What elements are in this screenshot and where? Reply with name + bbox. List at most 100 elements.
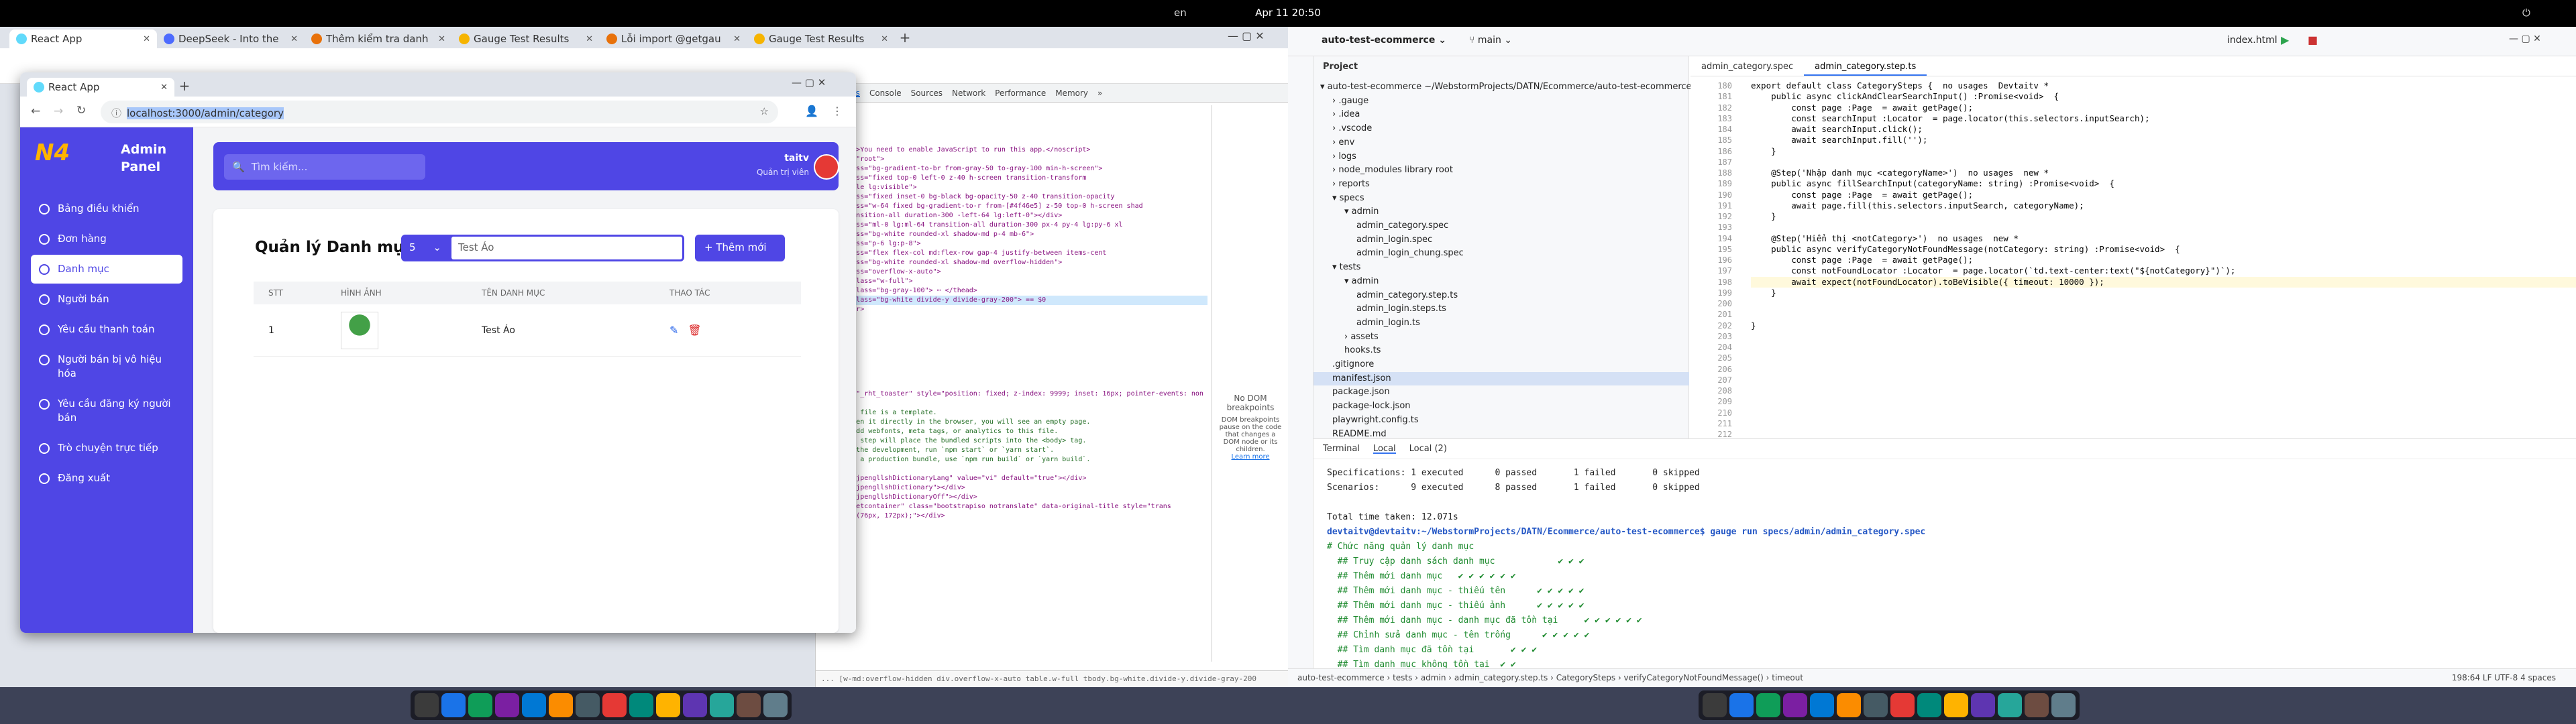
add-category-button[interactable]: + Thêm mới — [695, 235, 785, 261]
dom-line[interactable]: The build step will place the bundled sc… — [820, 436, 1208, 446]
dom-line[interactable]: To create a production bundle, use `npm … — [820, 455, 1208, 465]
forward-icon[interactable]: → — [54, 105, 63, 118]
sidebar-item[interactable]: Trò chuyện trực tiếp — [31, 434, 182, 463]
sidebar-item[interactable]: Danh mục — [31, 255, 182, 284]
tree-item[interactable]: admin_login_chung.spec — [1313, 247, 1689, 261]
tree-item[interactable]: package.json — [1313, 385, 1689, 400]
dom-line[interactable]: ▶<tr>⋯</tr> — [820, 305, 1208, 314]
tree-item[interactable]: ▾ admin — [1313, 205, 1689, 219]
system-tray-icon[interactable]: ⏻ — [2522, 7, 2530, 19]
dock-app-icon[interactable] — [441, 693, 466, 717]
back-icon[interactable]: ← — [31, 105, 40, 118]
tree-item[interactable]: › node_modules library root — [1313, 164, 1689, 178]
dom-line[interactable]: ▼<div class="fixed inset-0 bg-black bg-o… — [820, 192, 1208, 202]
page-size-select[interactable]: 5 ⌄ — [401, 235, 449, 261]
dock-app-icon[interactable] — [763, 693, 788, 717]
sidebar-item[interactable]: Người bán bị vô hiệu hóa — [31, 345, 182, 388]
dom-line[interactable]: If you open it directly in the browser, … — [820, 418, 1208, 427]
dom-line[interactable]: </head> — [820, 127, 1208, 136]
tree-item[interactable]: admin_login.steps.ts — [1313, 302, 1689, 316]
dock-app-icon[interactable] — [549, 693, 573, 717]
dom-line[interactable]: <!-- — [820, 399, 1208, 408]
code-area[interactable]: export default class CategorySteps { no … — [1751, 80, 2576, 331]
chrome-tab[interactable]: Thêm kiểm tra danh ✕ — [305, 29, 452, 48]
dock-app-icon[interactable] — [1890, 693, 1915, 717]
dock-app-icon[interactable] — [495, 693, 519, 717]
sidebar-item[interactable]: Đơn hàng — [31, 225, 182, 253]
dom-line[interactable]: </tbody> — [820, 314, 1208, 324]
close-tab-icon[interactable]: ✕ — [290, 34, 298, 44]
tree-item[interactable]: ▾ specs — [1313, 192, 1689, 206]
dom-line[interactable]: </table> — [820, 324, 1208, 333]
dock-app-icon[interactable] — [415, 693, 439, 717]
dock-app-icon[interactable] — [710, 693, 734, 717]
close-tab-icon[interactable]: ✕ — [438, 34, 445, 44]
dock-app-icon[interactable] — [1837, 693, 1861, 717]
dom-line[interactable]: ▼<div class="ml-0 lg:ml-64 transition-al… — [820, 221, 1208, 230]
dom-line[interactable]: </div> — [820, 371, 1208, 380]
ide-window-controls[interactable]: — ▢ ✕ — [2509, 34, 2541, 44]
editor-tab[interactable]: admin_category.spec — [1690, 56, 1804, 76]
tree-item[interactable]: ▾ auto-test-ecommerce ~/WebstormProjects… — [1313, 80, 1692, 95]
dom-line[interactable]: <script> — [820, 108, 1208, 117]
dom-line[interactable]: </div> — [820, 343, 1208, 352]
tree-item[interactable]: ▾ tests — [1313, 261, 1689, 275]
chrome-tab[interactable]: Gauge Test Results ✕ — [747, 29, 895, 48]
devtools-tab[interactable]: Memory — [1055, 88, 1088, 98]
trash-icon[interactable]: 🗑 — [688, 324, 701, 337]
stop-icon[interactable]: ■ — [2308, 34, 2318, 46]
avatar[interactable] — [814, 154, 839, 180]
dock-app-icon[interactable] — [1729, 693, 1754, 717]
dock-app-icon[interactable] — [1783, 693, 1807, 717]
sidebar-item[interactable]: Yêu cầu đăng ký người bán — [31, 389, 182, 432]
chrome-tab[interactable]: Gauge Test Results ✕ — [452, 29, 600, 48]
devtools-tab[interactable]: Network — [952, 88, 985, 98]
dom-line[interactable]: ow-xl transition-all duration-300 -left-… — [820, 211, 1208, 221]
dom-line[interactable]: ▼<div class="w-64 fixed bg-gradient-to-r… — [820, 202, 1208, 211]
editor-tab[interactable]: admin_category.step.ts — [1804, 56, 1927, 76]
close-tab-icon[interactable]: ✕ — [160, 82, 168, 93]
dom-line[interactable]: </div> — [820, 380, 1208, 389]
close-tab-icon[interactable]: ✕ — [586, 34, 593, 44]
tree-item[interactable]: › env — [1313, 136, 1689, 150]
sidebar-item[interactable]: Người bán — [31, 285, 182, 314]
dom-line[interactable]: </div> — [820, 361, 1208, 371]
dom-line[interactable]: translate(76px, 172px);"></div> — [820, 511, 1208, 521]
dom-line[interactable]: ▼<div class="flex flex-col md:flex-row g… — [820, 249, 1208, 258]
devtools-tab[interactable]: Performance — [995, 88, 1046, 98]
header-search[interactable]: 🔍 Tìm kiếm... — [224, 154, 425, 180]
dom-line[interactable]: You can add webfonts, meta tags, or anal… — [820, 427, 1208, 436]
new-tab-button[interactable]: + — [895, 29, 915, 48]
dom-line[interactable]: ▼<div class="bg-white rounded-xl shadow-… — [820, 230, 1208, 239]
project-panel-title[interactable]: Project — [1313, 56, 1689, 76]
tree-item[interactable]: › assets — [1313, 330, 1689, 345]
dom-line[interactable]: --> — [820, 465, 1208, 474]
dom-line[interactable]: To begin the development, run `npm start… — [820, 446, 1208, 455]
tree-item[interactable]: › .idea — [1313, 108, 1689, 122]
dom-line[interactable]: </div> — [820, 352, 1208, 361]
devtools-breadcrumb[interactable]: ... [w-md:overflow-hidden div.overflow-x… — [816, 670, 1289, 687]
tree-item[interactable]: manifest.json — [1313, 371, 1689, 386]
devtools-tab[interactable]: » — [1097, 88, 1102, 98]
dock-app-icon[interactable] — [1703, 693, 1727, 717]
learn-more-link[interactable]: Learn more — [1216, 453, 1285, 461]
close-tab-icon[interactable]: ✕ — [881, 34, 888, 44]
branch-switcher[interactable]: ⑂ main ⌄ — [1469, 35, 1512, 46]
dom-line[interactable]: < — [820, 117, 1208, 127]
dom-line[interactable]: ▼<div class="bg-gradient-to-br from-gray… — [820, 164, 1208, 174]
dom-line[interactable]: <div id="jpengllshDictionary"></div> — [820, 483, 1208, 493]
dom-line[interactable]: 0 invisible lg:visible"> — [820, 183, 1208, 192]
tree-item[interactable]: ▾ admin — [1313, 275, 1689, 289]
tree-item[interactable]: › .gauge — [1313, 95, 1689, 109]
status-breadcrumb[interactable]: auto-test-ecommerce › tests › admin › ad… — [1297, 673, 1803, 682]
dock-app-icon[interactable] — [1998, 693, 2022, 717]
tree-item[interactable]: › reports — [1313, 178, 1689, 192]
dock-app-icon[interactable] — [737, 693, 761, 717]
tree-item[interactable]: admin_category.spec — [1313, 219, 1689, 233]
dom-line[interactable]: <div id="jpengllshDictionaryLang" value=… — [820, 474, 1208, 483]
dock-app-icon[interactable] — [2025, 693, 2049, 717]
dom-line[interactable]: ▼<div class="p-6 lg:p-8"> — [820, 239, 1208, 249]
run-icon[interactable]: ▶ — [2281, 34, 2289, 46]
tree-item[interactable]: admin_login.ts — [1313, 316, 1689, 330]
dock-app-icon[interactable] — [1971, 693, 1995, 717]
